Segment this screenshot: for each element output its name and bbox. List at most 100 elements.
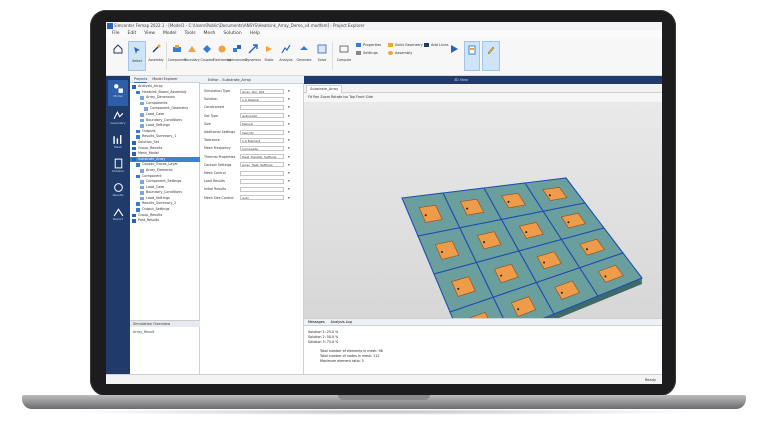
ribbon-button-solve[interactable]: Solve bbox=[314, 41, 330, 71]
ribbon-button-component[interactable]: Component bbox=[168, 41, 186, 71]
chevron-down-icon[interactable]: ▾ bbox=[288, 96, 290, 102]
tree-item[interactable]: Post_Results bbox=[130, 218, 200, 224]
geometry-nav-icon bbox=[113, 110, 123, 120]
ribbon-button-electromag[interactable]: Electromag bbox=[213, 41, 231, 71]
chevron-down-icon[interactable]: ▾ bbox=[288, 178, 290, 184]
ribbon-button-interconnect[interactable]: Interconnect bbox=[227, 41, 247, 71]
selection-item[interactable]: Array_Result bbox=[133, 330, 154, 334]
chevron-down-icon[interactable]: ▾ bbox=[288, 145, 290, 151]
ribbon-button-pencil[interactable] bbox=[482, 41, 500, 71]
ribbon-button-analysis[interactable]: Analysis bbox=[278, 41, 294, 71]
property-value-field[interactable]: Automatic bbox=[240, 113, 284, 119]
chevron-down-icon[interactable]: ▾ bbox=[288, 170, 290, 176]
chevron-down-icon[interactable]: ▾ bbox=[288, 162, 290, 168]
chevron-down-icon[interactable]: ▾ bbox=[288, 186, 290, 192]
ribbon-button-page[interactable] bbox=[464, 41, 480, 71]
ribbon-small-settings[interactable]: Settings bbox=[356, 51, 378, 55]
tab-analysis-log[interactable]: Analysis Log bbox=[331, 319, 352, 325]
ribbon-button-dynamics[interactable]: Dynamics bbox=[245, 41, 261, 71]
chevron-down-icon[interactable]: ▾ bbox=[288, 104, 290, 110]
laptop-notch bbox=[338, 395, 430, 400]
ribbon-small-add-lines[interactable]: Add Lines bbox=[424, 43, 448, 47]
ribbon-button-assembly[interactable]: Assembly bbox=[148, 41, 164, 71]
chevron-down-icon[interactable]: ▾ bbox=[288, 129, 290, 135]
property-value-field[interactable]: Manual bbox=[240, 121, 284, 127]
tree-node-icon bbox=[132, 157, 136, 162]
nav-item-results[interactable]: Results bbox=[108, 182, 128, 204]
property-value-field[interactable]: Auto bbox=[240, 195, 284, 201]
ribbon-small-solid-geometry[interactable]: Solid Geometry bbox=[388, 43, 423, 47]
property-key: Set Type bbox=[204, 113, 219, 118]
graphics-viewport: 3D View Substrate_Array Fit Pan Zoom Rot… bbox=[304, 76, 662, 356]
ribbon-button-coupled[interactable]: Coupled bbox=[200, 41, 214, 71]
property-value-field[interactable]: Velocity bbox=[240, 129, 284, 135]
home-button[interactable] bbox=[110, 41, 126, 71]
tree-node-icon bbox=[140, 96, 144, 100]
property-value-field[interactable]: Array_Heat_Settings bbox=[240, 162, 284, 168]
chevron-down-icon[interactable]: ▾ bbox=[288, 88, 290, 94]
property-row: Initial Results ▾ bbox=[204, 186, 300, 192]
model-panel-tabs: Projects Model Explorer bbox=[130, 76, 200, 83]
menu-mesh[interactable]: Mesh bbox=[204, 30, 216, 38]
substrate-array-3d[interactable] bbox=[304, 102, 662, 356]
ribbon-separator bbox=[166, 42, 167, 70]
menu-view[interactable]: View bbox=[144, 30, 155, 38]
property-value-field[interactable]: 1.0 Element bbox=[240, 137, 284, 143]
nav-item-solution[interactable]: Solution bbox=[108, 158, 128, 180]
viewport-header: 3D View bbox=[304, 76, 662, 84]
property-value-field[interactable] bbox=[240, 178, 284, 184]
property-value-field[interactable] bbox=[240, 104, 284, 110]
generate-icon bbox=[300, 46, 308, 50]
chevron-down-icon[interactable]: ▾ bbox=[288, 154, 290, 160]
ribbon-button-boundary[interactable]: Boundary bbox=[184, 41, 200, 71]
menu-model[interactable]: Model bbox=[163, 30, 177, 38]
ribbon-button-generate[interactable]: Generate bbox=[296, 41, 312, 71]
tab-messages[interactable]: Messages bbox=[308, 319, 325, 325]
menu-file[interactable]: File bbox=[112, 30, 120, 38]
ribbon-button-static[interactable]: Static bbox=[262, 41, 276, 71]
property-value-field[interactable] bbox=[240, 170, 284, 176]
play-icon bbox=[451, 45, 458, 53]
ribbon-small-properties[interactable]: Properties bbox=[356, 43, 381, 47]
tree-node-icon bbox=[132, 219, 136, 223]
coupled-icon bbox=[203, 45, 211, 53]
ribbon-button-play[interactable] bbox=[446, 41, 462, 71]
viewport-toolbar-text[interactable]: Fit Pan Zoom Rotate Iso Top Front Side bbox=[304, 95, 373, 99]
menu-solution[interactable]: Solution bbox=[223, 30, 241, 38]
geometry-icon bbox=[388, 43, 393, 47]
tab-model-explorer[interactable]: Model Explorer bbox=[152, 76, 177, 83]
property-value-field[interactable] bbox=[240, 186, 284, 192]
property-value-field[interactable]: Composite bbox=[240, 145, 284, 151]
property-key: Simulation Type bbox=[204, 89, 231, 93]
ribbon-small-assembly[interactable]: Assembly bbox=[388, 51, 412, 55]
property-value-field[interactable]: Heat_Transfer_Settings bbox=[240, 154, 284, 160]
property-value-field[interactable]: Array_Sim_001 bbox=[240, 88, 284, 94]
ribbon-button-compute[interactable]: Compute bbox=[336, 41, 352, 71]
app-icon bbox=[107, 23, 113, 29]
tree-node-icon bbox=[144, 107, 148, 111]
nav-item-geometry[interactable]: Geometry bbox=[108, 110, 128, 132]
results-icon bbox=[113, 183, 123, 192]
menu-help[interactable]: Help bbox=[250, 30, 260, 38]
chevron-down-icon[interactable]: ▾ bbox=[288, 121, 290, 127]
model-canvas[interactable] bbox=[304, 102, 662, 356]
viewport-tab[interactable]: Substrate_Array bbox=[306, 85, 343, 93]
chevron-down-icon[interactable]: ▾ bbox=[288, 195, 290, 201]
nav-item-model[interactable]: Model bbox=[108, 80, 128, 106]
model-tree: Analysis_Array Heatsink_Board_Assembly Arr… bbox=[130, 84, 200, 224]
menu-edit[interactable]: Edit bbox=[128, 30, 137, 38]
chevron-down-icon[interactable]: ▾ bbox=[288, 113, 290, 119]
ribbon-button-select[interactable]: Select bbox=[128, 41, 146, 71]
tab-projects[interactable]: Projects bbox=[134, 76, 148, 83]
nav-item-mesh[interactable]: Mesh bbox=[108, 134, 128, 156]
nav-item-report[interactable]: Report bbox=[108, 206, 128, 228]
tree-node-icon bbox=[136, 174, 140, 179]
dynamics-icon bbox=[248, 44, 258, 54]
lines-icon bbox=[424, 43, 429, 47]
chevron-down-icon[interactable]: ▾ bbox=[288, 137, 290, 143]
property-value-field[interactable]: 1.0 Statical bbox=[240, 96, 284, 102]
property-row: Mesh Frequency Composite ▾ bbox=[204, 145, 300, 151]
menu-tools[interactable]: Tools bbox=[184, 30, 195, 38]
log-line: Solution 1: 25.0 % bbox=[308, 330, 339, 334]
tree-node-icon bbox=[136, 135, 140, 139]
